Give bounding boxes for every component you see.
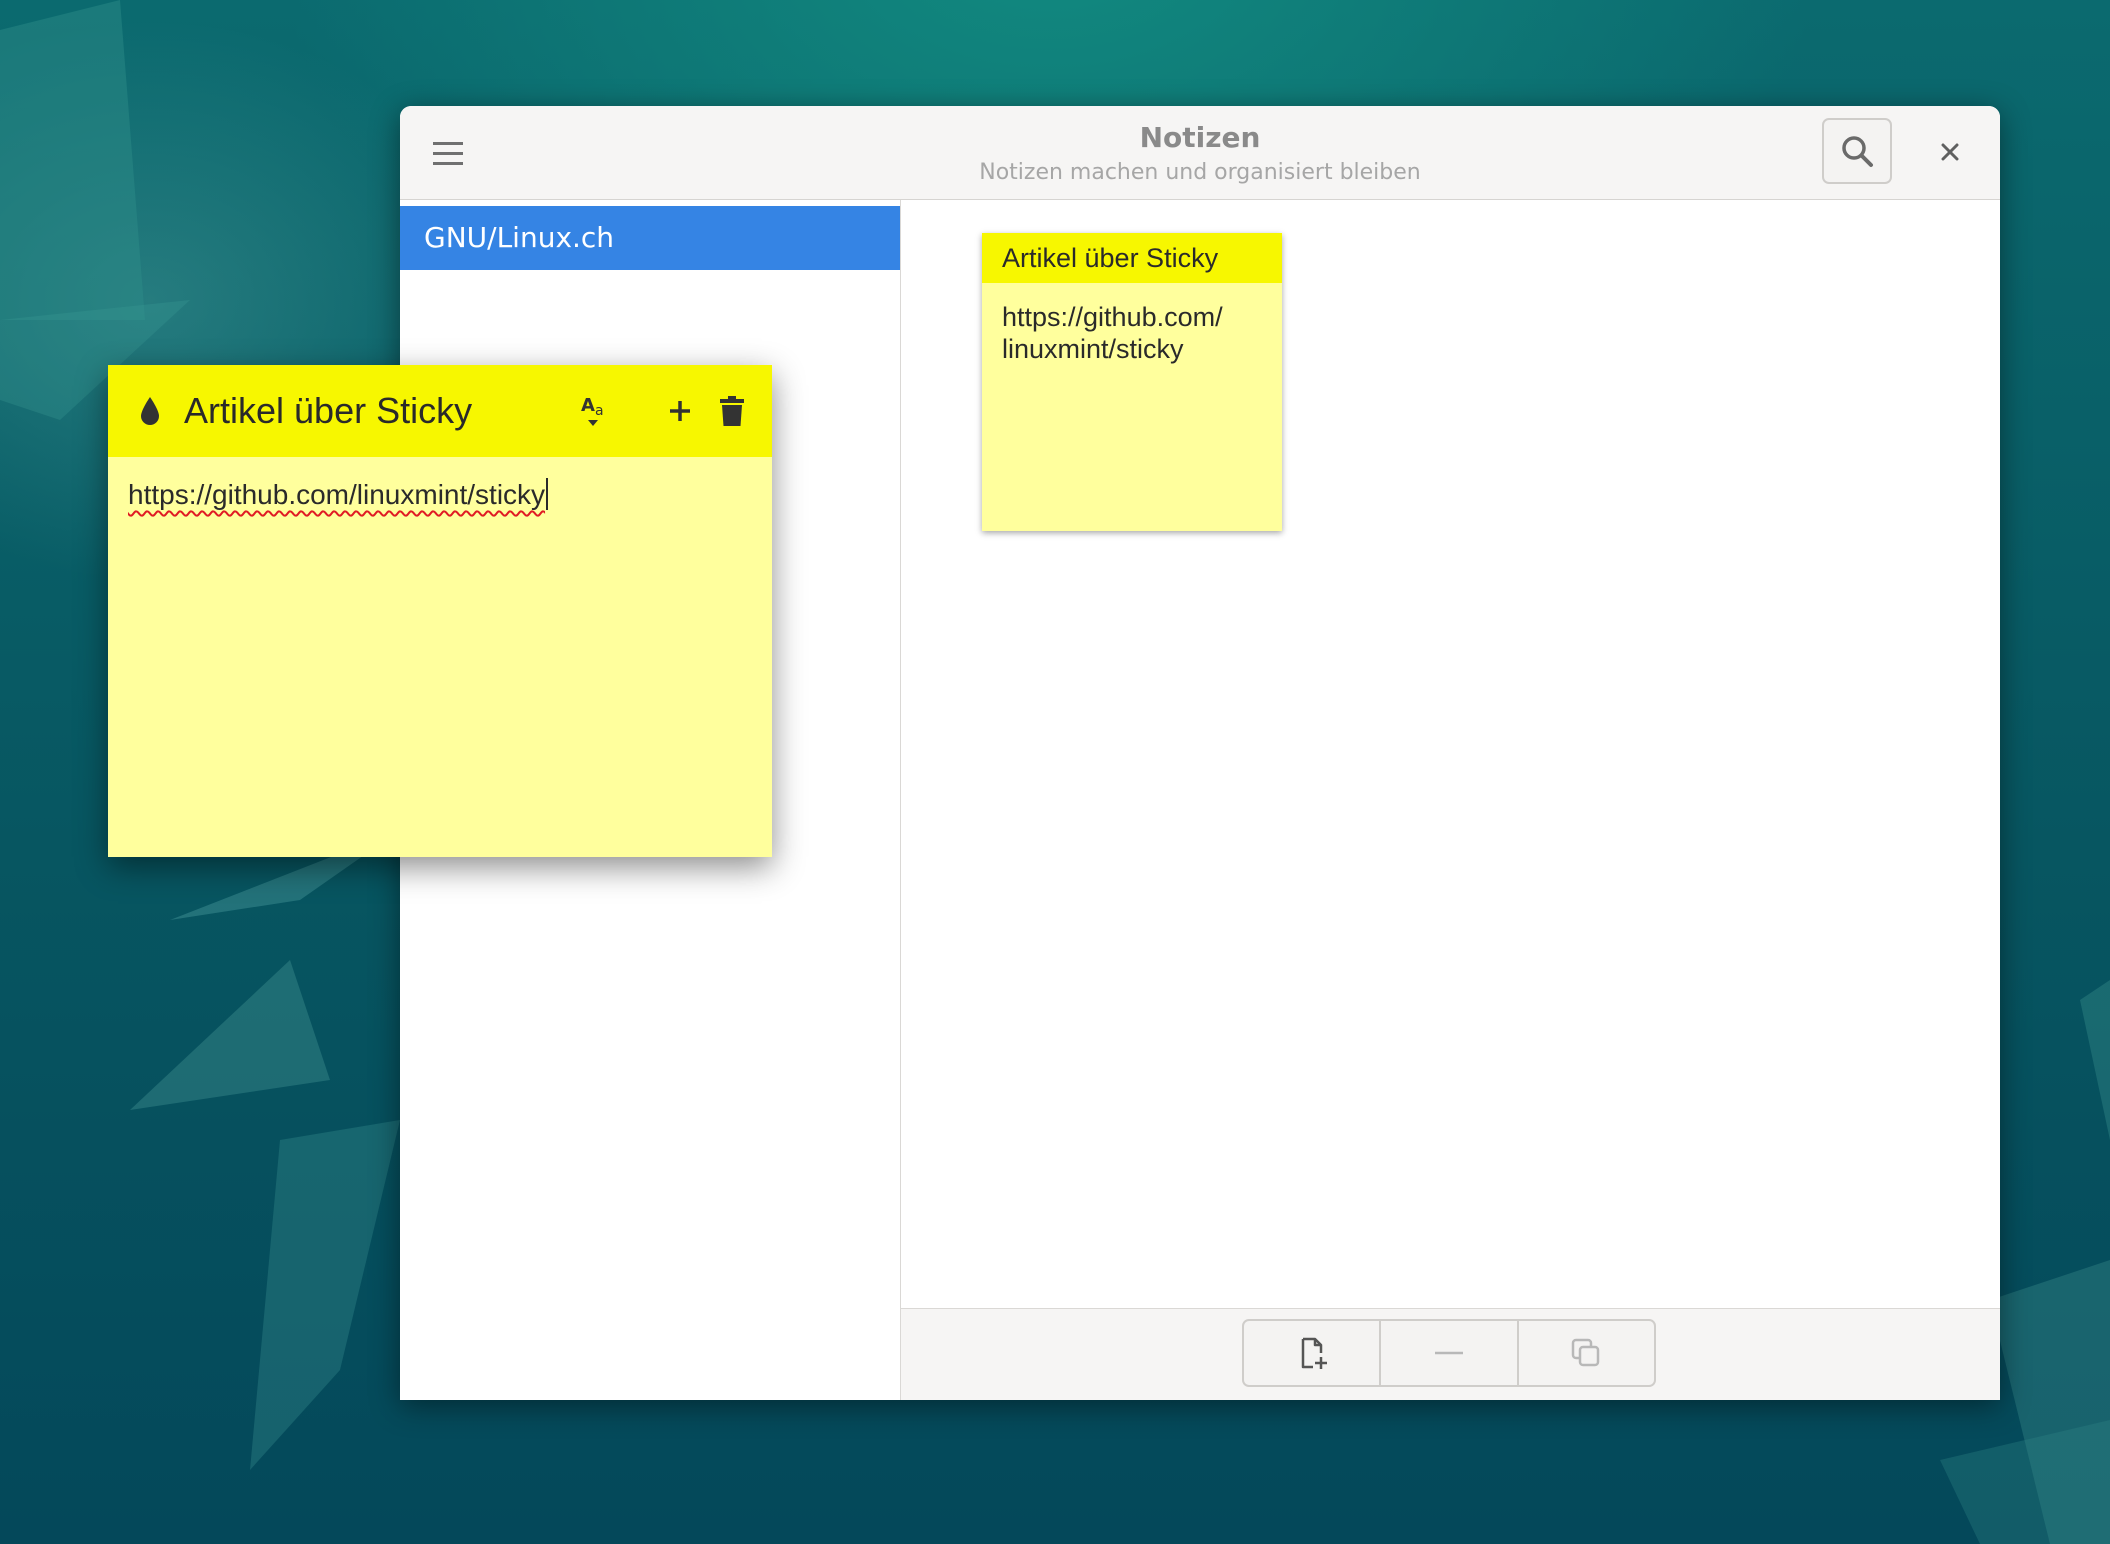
duplicate-icon — [1572, 1338, 1600, 1367]
bottom-toolbar — [901, 1308, 2000, 1400]
add-note-button[interactable] — [662, 391, 698, 431]
note-card-body: https://github.com/ linuxmint/sticky — [1002, 302, 1223, 364]
sidebar-item-gnu-linux-ch[interactable]: GNU/Linux.ch — [400, 206, 900, 270]
minus-icon — [1434, 1351, 1463, 1355]
close-button[interactable] — [1924, 126, 1976, 178]
window-subtitle: Notizen machen und organisiert bleiben — [979, 160, 1421, 185]
notes-area: Artikel über Sticky https://github.com/ … — [901, 200, 2000, 1308]
search-button[interactable] — [1822, 118, 1892, 184]
sticky-note-text: https://github.com/linuxmint/sticky — [128, 479, 546, 510]
delete-note-button[interactable] — [714, 391, 750, 431]
window-title: Notizen — [1139, 121, 1261, 154]
text-cursor — [546, 478, 549, 510]
duplicate-note-button[interactable] — [1519, 1321, 1654, 1385]
menu-button[interactable] — [422, 128, 474, 180]
svg-text:a: a — [595, 403, 604, 419]
search-icon — [1842, 136, 1873, 167]
trash-icon — [720, 396, 744, 426]
remove-note-button[interactable] — [1381, 1321, 1519, 1385]
hamburger-menu-icon — [433, 142, 463, 165]
sticky-note-header[interactable]: Artikel über Sticky A a — [108, 365, 772, 457]
new-note-icon — [1301, 1337, 1327, 1369]
plus-icon — [670, 401, 690, 421]
new-note-button[interactable] — [1244, 1321, 1382, 1385]
text-format-icon: A a — [581, 395, 604, 426]
note-color-button[interactable] — [136, 391, 164, 431]
note-card[interactable]: Artikel über Sticky https://github.com/ … — [982, 233, 1282, 531]
text-format-button[interactable]: A a — [574, 391, 618, 431]
sticky-note-title[interactable]: Artikel über Sticky — [184, 385, 472, 437]
close-icon — [1941, 143, 1959, 161]
svg-text:A: A — [581, 395, 595, 416]
title-block: Notizen Notizen machen und organisiert b… — [800, 118, 1600, 188]
sticky-note-text-area[interactable]: https://github.com/linuxmint/sticky — [128, 475, 752, 835]
note-card-title: Artikel über Sticky — [982, 233, 1282, 283]
note-actions-group — [1242, 1319, 1656, 1387]
drop-icon — [141, 397, 159, 425]
header-bar: Notizen Notizen machen und organisiert b… — [400, 106, 2000, 200]
sticky-note-window[interactable]: Artikel über Sticky A a https://github.c… — [108, 365, 772, 857]
